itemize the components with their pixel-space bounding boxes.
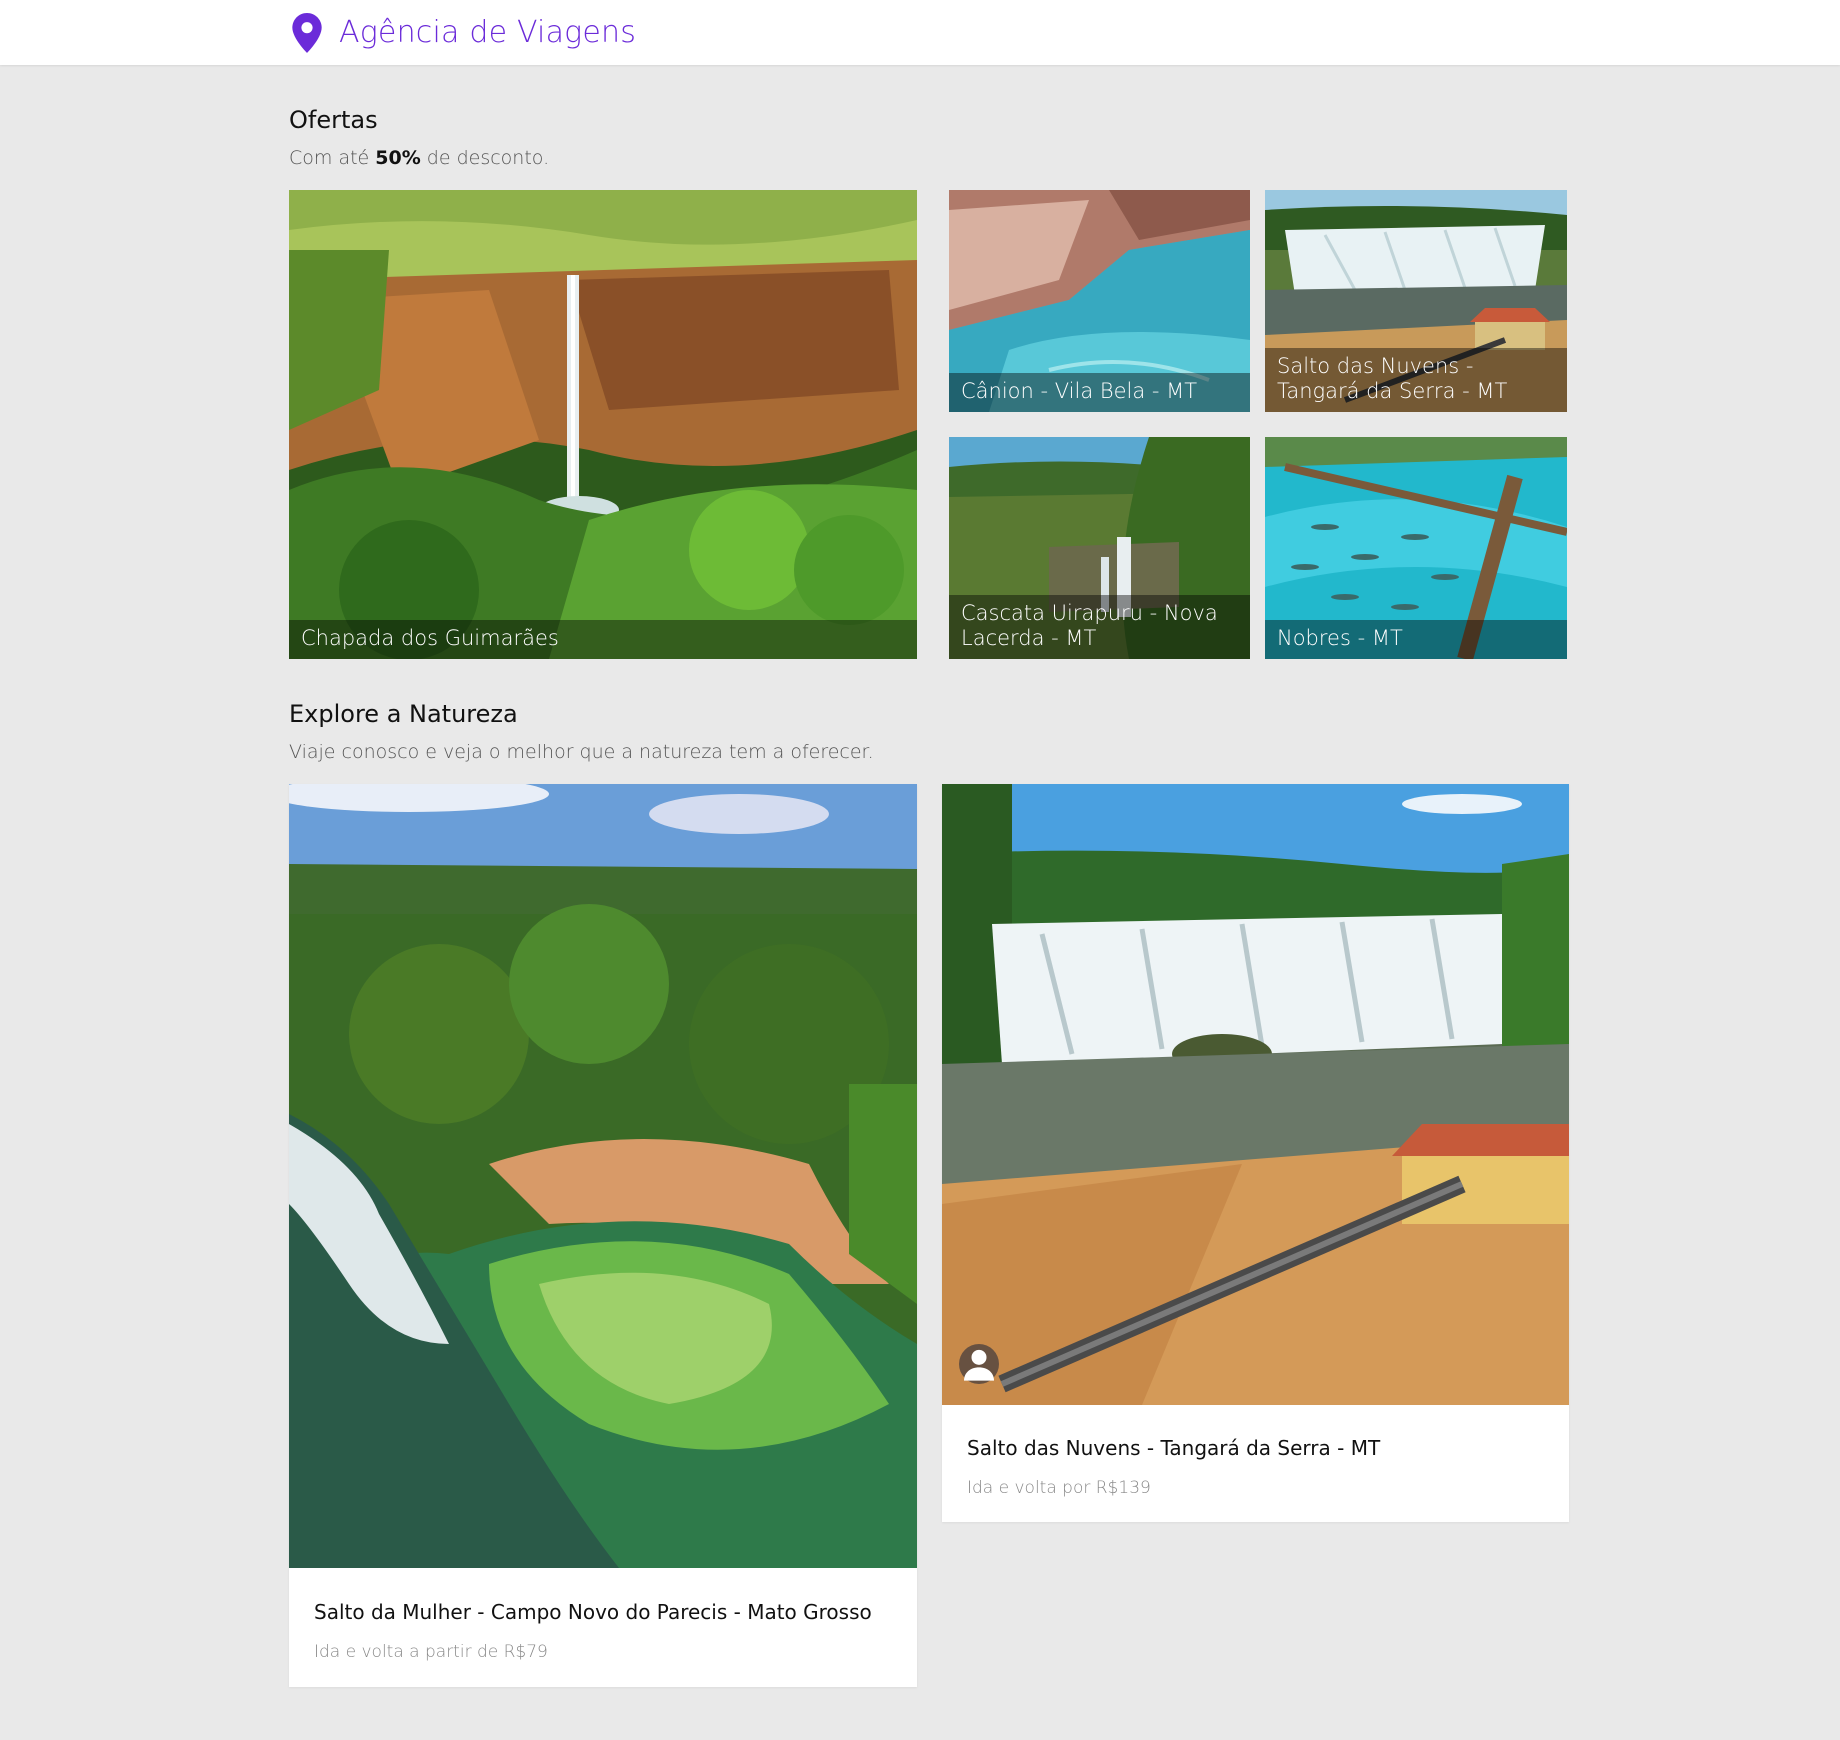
explore-title: Explore a Natureza <box>289 700 518 728</box>
card-price: Ida e volta por R$139 <box>967 1478 1151 1498</box>
offer-caption: Chapada dos Guimarães <box>289 620 917 659</box>
card-price: Ida e volta a partir de R$79 <box>314 1642 548 1662</box>
card-image <box>289 784 917 1568</box>
offer-tile-nobres[interactable]: Nobres - MT <box>1265 437 1567 659</box>
offers-title: Ofertas <box>289 106 378 134</box>
offer-caption: Salto das Nuvens - Tangará da Serra - MT <box>1265 348 1567 412</box>
location-pin-icon <box>292 12 322 53</box>
card-title: Salto das Nuvens - Tangará da Serra - MT <box>967 1436 1381 1460</box>
offers-subtitle: Com até 50% de desconto. <box>289 147 550 169</box>
discount-highlight: 50% <box>375 147 421 169</box>
offer-caption: Cascata Uirapuru - Nova Lacerda - MT <box>949 595 1250 659</box>
river-lagoon-aerial-image <box>289 784 917 1568</box>
brand-link[interactable]: Agência de Viagens <box>291 10 636 55</box>
offer-caption: Cânion - Vila Bela - MT <box>949 373 1250 412</box>
offer-tile-cascata-uirapuru[interactable]: Cascata Uirapuru - Nova Lacerda - MT <box>949 437 1250 659</box>
offer-tile-canion[interactable]: Cânion - Vila Bela - MT <box>949 190 1250 412</box>
destination-card-salto-nuvens[interactable]: Salto das Nuvens - Tangará da Serra - MT… <box>942 784 1569 1522</box>
waterfall-canyon-image <box>289 190 917 659</box>
card-image <box>942 784 1569 1405</box>
offer-tile-chapada[interactable]: Chapada dos Guimarães <box>289 190 917 659</box>
explore-subtitle: Viaje conosco e veja o melhor que a natu… <box>289 741 874 763</box>
top-navbar: Agência de Viagens <box>0 0 1840 65</box>
destination-card-salto-mulher[interactable]: Salto da Mulher - Campo Novo do Parecis … <box>289 784 917 1687</box>
offer-caption: Nobres - MT <box>1265 620 1567 659</box>
author-avatar[interactable] <box>959 1344 999 1384</box>
person-icon <box>964 1349 994 1381</box>
card-title: Salto da Mulher - Campo Novo do Parecis … <box>314 1600 872 1624</box>
brand-name: Agência de Viagens <box>339 15 637 50</box>
waterfall-beach-image <box>942 784 1569 1405</box>
offer-tile-salto-nuvens[interactable]: Salto das Nuvens - Tangará da Serra - MT <box>1265 190 1567 412</box>
